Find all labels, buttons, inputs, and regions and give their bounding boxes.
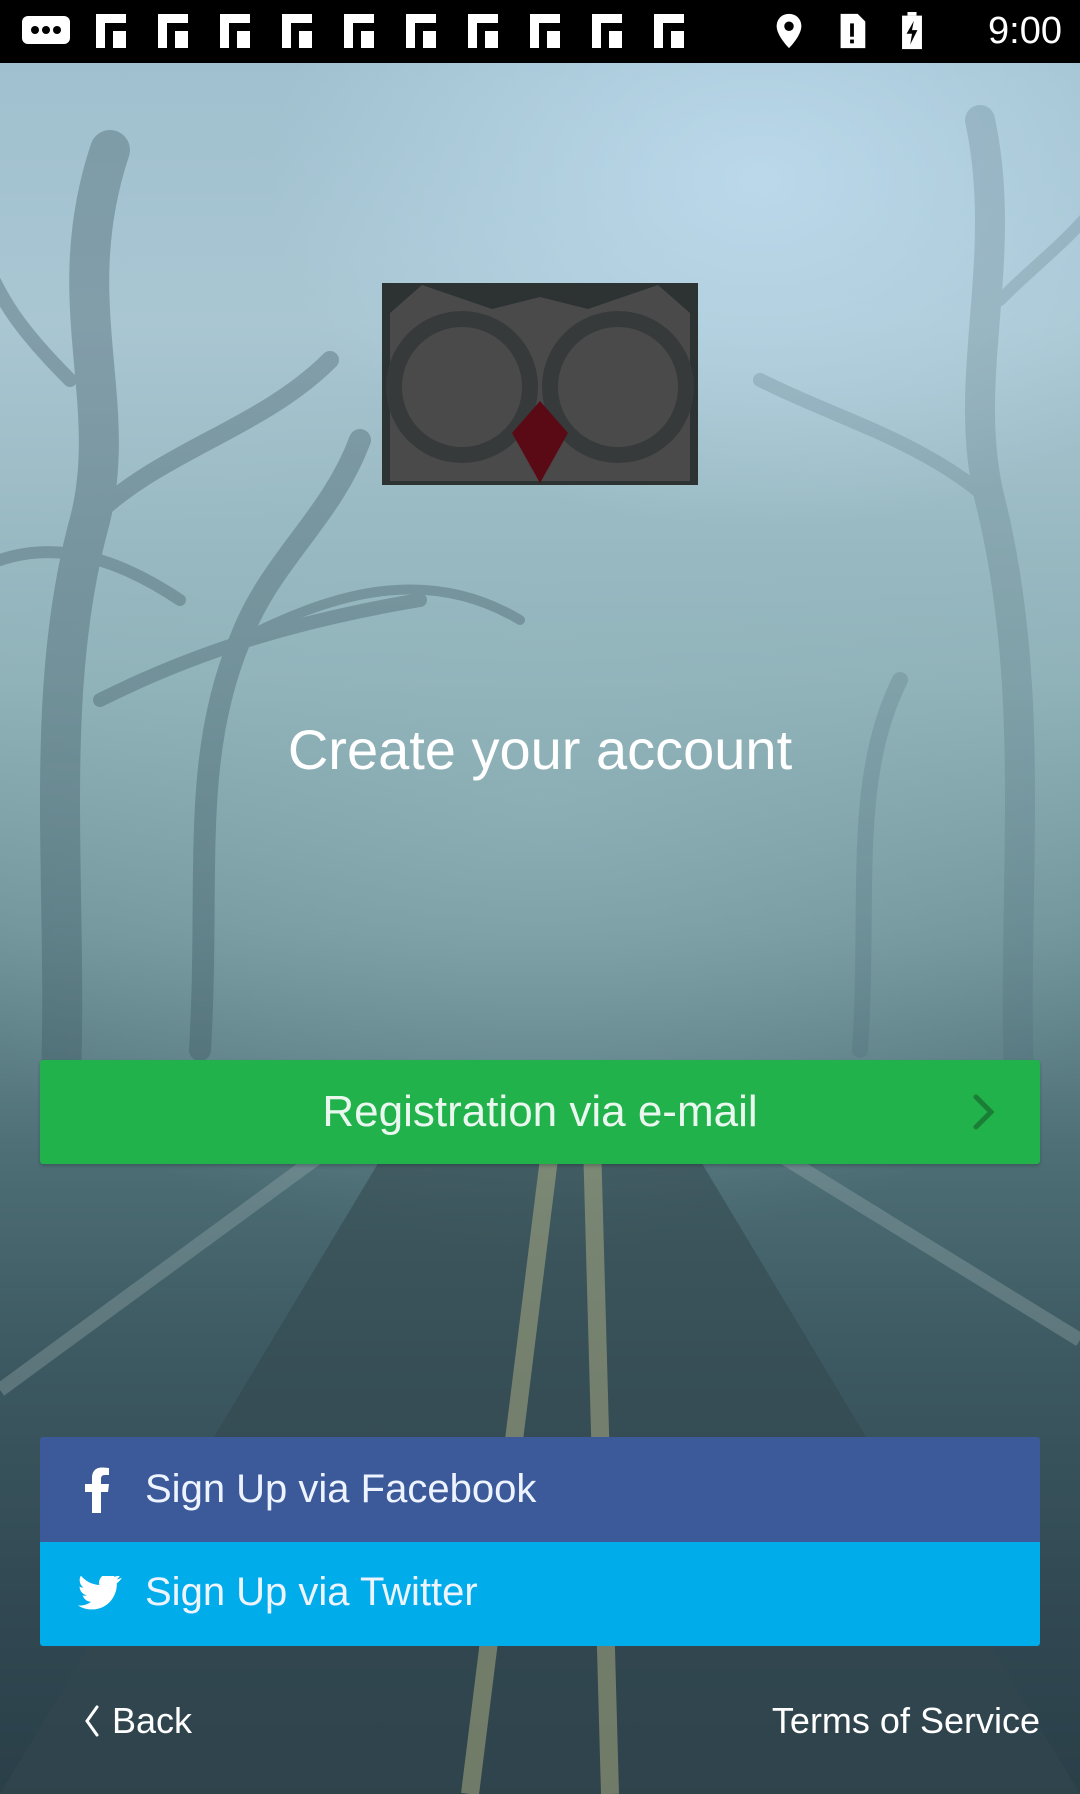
facebook-icon — [85, 1467, 109, 1513]
terms-of-service-link[interactable]: Terms of Service — [772, 1696, 1040, 1746]
message-notification-icon — [22, 16, 70, 44]
flipboard-icon — [282, 14, 312, 48]
flipboard-icon — [530, 14, 560, 48]
facebook-signup-label: Sign Up via Facebook — [145, 1467, 537, 1511]
status-time: 9:00 — [988, 10, 1062, 52]
flipboard-icon — [96, 14, 126, 48]
flipboard-icon — [158, 14, 188, 48]
twitter-bird-icon — [78, 1576, 122, 1610]
flipboard-icon — [468, 14, 498, 48]
battery-charging-icon — [902, 12, 922, 50]
flipboard-icon — [592, 14, 622, 48]
flipboard-icon — [654, 14, 684, 48]
registration-email-button[interactable]: Registration via e-mail — [40, 1060, 1040, 1164]
location-icon — [776, 13, 802, 49]
flipboard-icon — [344, 14, 374, 48]
page-title: Create your account — [287, 718, 793, 781]
app-logo — [382, 283, 698, 485]
status-bar: 9:00 — [0, 0, 1080, 63]
flipboard-icon — [406, 14, 436, 48]
signup-screen: 9:00 Create your account Registration vi… — [0, 0, 1080, 1794]
back-label: Back — [112, 1700, 193, 1741]
twitter-signup-label: Sign Up via Twitter — [145, 1570, 478, 1614]
chevron-left-icon — [85, 1705, 99, 1737]
chevron-right-icon — [973, 1094, 995, 1130]
registration-email-label: Registration via e-mail — [322, 1087, 758, 1136]
owl-logo-icon — [386, 285, 694, 483]
flipboard-icon — [220, 14, 250, 48]
facebook-signup-button[interactable]: Sign Up via Facebook — [40, 1437, 1040, 1542]
twitter-signup-button[interactable]: Sign Up via Twitter — [40, 1542, 1040, 1646]
no-sim-icon — [840, 13, 866, 49]
